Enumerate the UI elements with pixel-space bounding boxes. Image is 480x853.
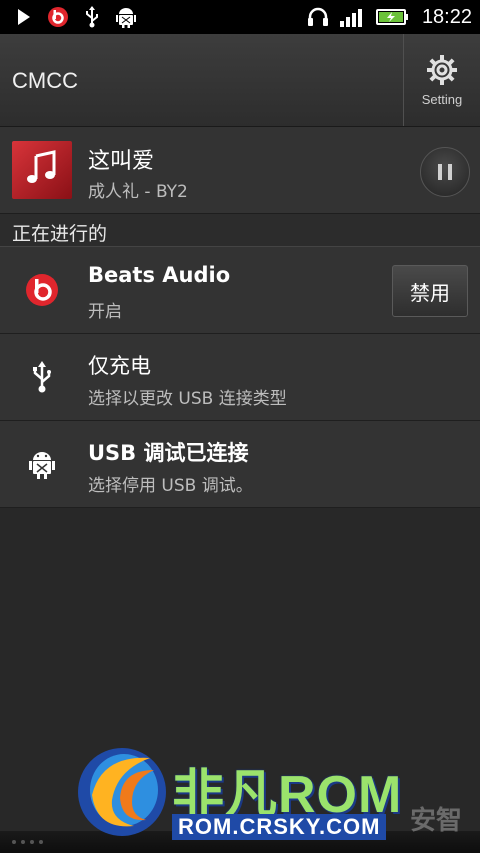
status-bar: 18:22 (0, 0, 480, 34)
crsky-logo-icon (72, 740, 172, 840)
notification-title: Beats Audio (88, 263, 231, 287)
play-icon (12, 5, 36, 29)
notification-usb-debugging[interactable]: USB 调试已连接 选择停用 USB 调试。 (0, 421, 480, 508)
disable-button[interactable]: 禁用 (392, 265, 468, 317)
headset-icon (306, 5, 330, 29)
pause-icon (435, 164, 455, 180)
notification-subtitle: 选择停用 USB 调试。 (88, 476, 253, 496)
carrier-bar: CMCC Setting (0, 34, 480, 127)
beats-icon (22, 270, 62, 310)
watermark-extra: 安智 (410, 806, 463, 836)
notification-title: USB 调试已连接 (88, 441, 249, 465)
setting-button[interactable]: Setting (403, 34, 480, 126)
signal-icon (338, 5, 368, 29)
clock: 18:22 (421, 5, 472, 28)
notification-title: 仅充电 (88, 354, 151, 378)
song-artist: 成人礼 - BY2 (88, 182, 188, 202)
setting-label: Setting (421, 91, 463, 107)
usb-icon (80, 5, 104, 29)
beats-icon (46, 5, 70, 29)
gear-icon (426, 54, 458, 90)
grip-dots-icon (0, 840, 43, 844)
ongoing-section-header: 正在进行的 (0, 214, 480, 247)
notification-subtitle: 开启 (88, 302, 122, 322)
battery-charging-icon (375, 5, 410, 29)
carrier-name: CMCC (12, 68, 78, 93)
section-title: 正在进行的 (12, 223, 108, 245)
notification-beats-audio[interactable]: Beats Audio 开启 禁用 (0, 247, 480, 334)
android-debug-icon (22, 444, 62, 484)
song-title: 这叫爱 (88, 149, 155, 174)
pause-button[interactable] (420, 147, 470, 197)
notification-subtitle: 选择以更改 USB 连接类型 (88, 389, 287, 409)
notification-usb-charge[interactable]: 仅充电 选择以更改 USB 连接类型 (0, 334, 480, 421)
album-art (12, 141, 72, 199)
music-note-icon (24, 150, 60, 190)
usb-icon (22, 357, 62, 397)
android-debug-icon (114, 5, 138, 29)
watermark: 非凡ROM ROM.CRSKY.COM 安智 (72, 740, 472, 850)
watermark-url: ROM.CRSKY.COM (172, 814, 387, 840)
music-notification[interactable]: 这叫爱 成人礼 - BY2 (0, 127, 480, 214)
